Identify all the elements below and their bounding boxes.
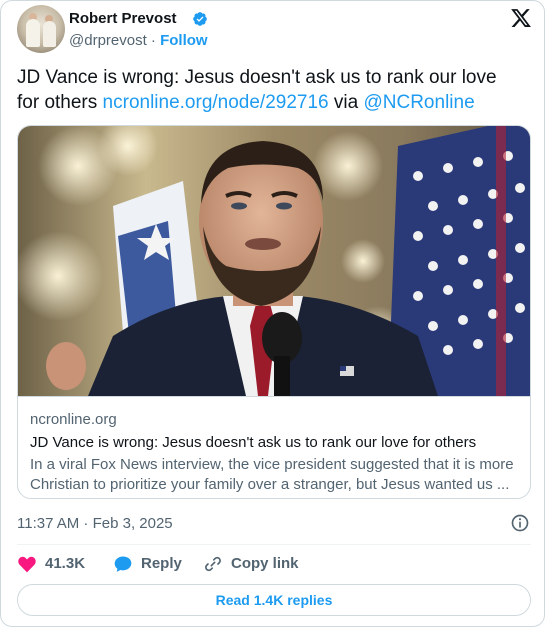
verified-badge-icon — [193, 12, 207, 26]
card-description: In a viral Fox News interview, the vice … — [30, 456, 514, 493]
tweet-mention[interactable]: @NCRonline — [363, 92, 474, 113]
divider — [17, 544, 531, 545]
tweet-via: via — [328, 92, 364, 113]
card-domain: ncronline.org — [30, 411, 117, 428]
handle-line: @drprevost · Follow — [69, 32, 208, 50]
author-handle[interactable]: @drprevost — [69, 32, 147, 49]
copy-link-label: Copy link — [231, 555, 299, 572]
tweet-header: Robert Prevost @drprevost · Follow — [17, 5, 532, 53]
author-name[interactable]: Robert Prevost — [69, 10, 177, 28]
avatar[interactable] — [17, 5, 65, 53]
info-icon[interactable] — [510, 513, 530, 533]
link-icon — [205, 556, 221, 572]
like-count: 41.3K — [45, 555, 86, 572]
article-photo[interactable] — [18, 126, 530, 396]
reply-bubble-icon — [114, 556, 132, 572]
x-logo-icon[interactable] — [510, 7, 532, 29]
copy-link-button[interactable]: Copy link — [203, 553, 299, 575]
handle-separator: · — [146, 32, 161, 49]
action-bar: 41.3K Reply Copy link — [17, 553, 531, 575]
follow-button[interactable]: Follow — [160, 32, 208, 49]
link-preview-card[interactable]: ncronline.org JD Vance is wrong: Jesus d… — [17, 125, 531, 499]
read-replies-button[interactable]: Read 1.4K replies — [17, 584, 531, 616]
link-card-body[interactable]: ncronline.org JD Vance is wrong: Jesus d… — [18, 396, 530, 498]
card-title: JD Vance is wrong: Jesus doesn't ask us … — [30, 434, 477, 451]
tweet-text: JD Vance is wrong: Jesus doesn't ask us … — [17, 65, 517, 115]
like-button[interactable]: 41.3K — [17, 553, 85, 575]
heart-icon — [18, 556, 36, 573]
tweet-timestamp[interactable]: 11:37 AM · Feb 3, 2025 — [17, 515, 173, 533]
tweet-embed-card: Robert Prevost @drprevost · Follow JD Va… — [0, 0, 545, 627]
reply-button[interactable]: Reply — [113, 553, 182, 575]
tweet-link[interactable]: ncronline.org/node/292716 — [103, 92, 329, 113]
reply-label: Reply — [141, 555, 182, 572]
